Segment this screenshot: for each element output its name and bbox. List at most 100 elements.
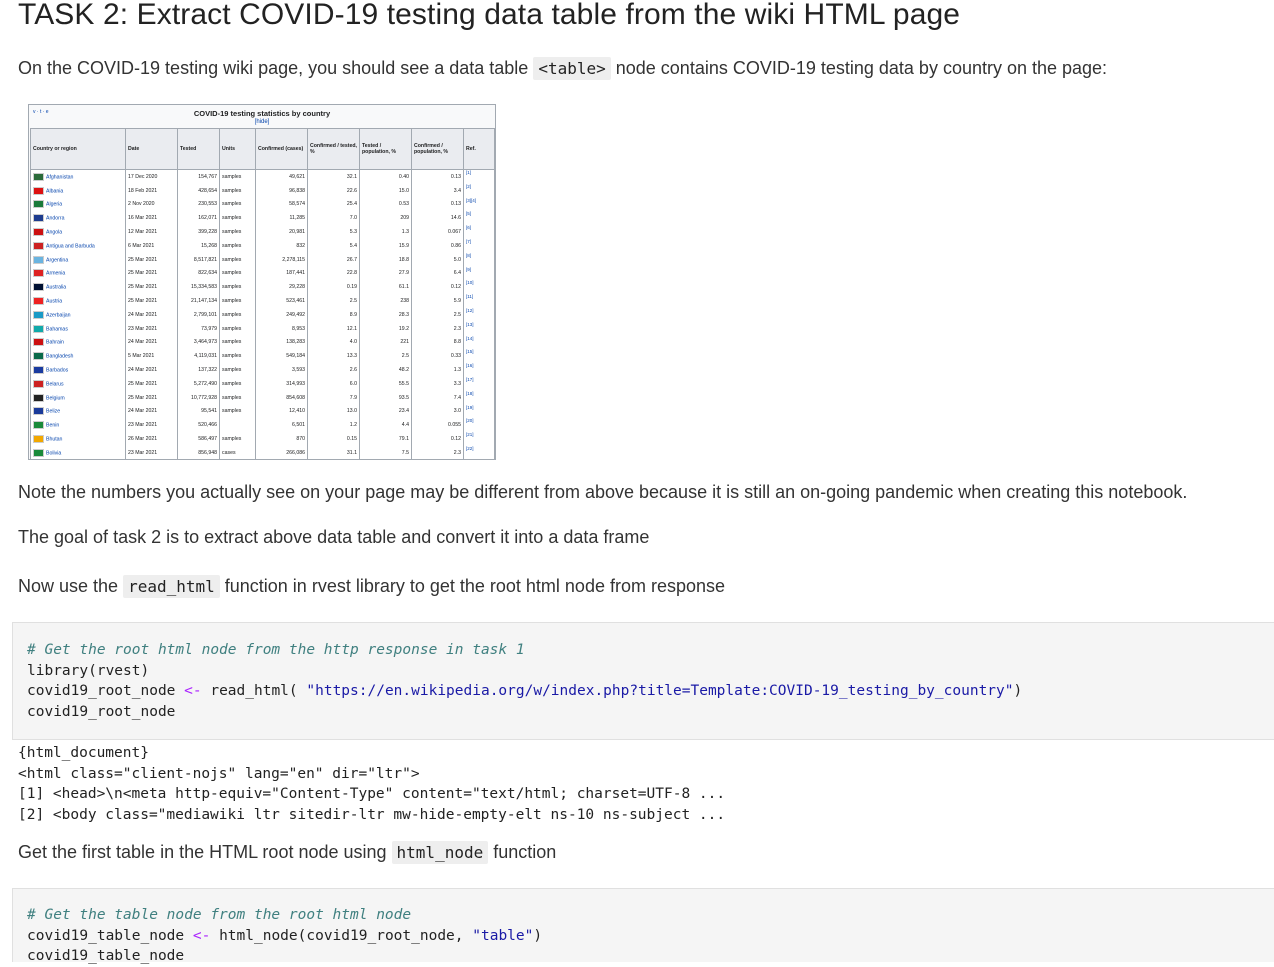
value-cell: 8.8 bbox=[411, 335, 464, 350]
country-cell[interactable]: Belarus bbox=[30, 376, 126, 391]
code-cell-1[interactable]: # Get the root html node from the http r… bbox=[12, 622, 1274, 740]
value-cell: 1.3 bbox=[359, 225, 412, 239]
country-cell[interactable]: Benin bbox=[30, 418, 126, 433]
country-name[interactable]: Bangladesh bbox=[46, 354, 73, 360]
ref-link[interactable]: [13] bbox=[463, 321, 495, 336]
ref-link[interactable]: [3][4] bbox=[463, 197, 495, 212]
wiki-table-row: Australia 25 Mar 2021 15,334,583 samples 29,… bbox=[30, 280, 495, 295]
wiki-table-row: Bahrain 24 Mar 2021 3,464,973 samples 138,28… bbox=[30, 335, 495, 350]
value-cell: 0.055 bbox=[411, 418, 464, 433]
country-cell[interactable]: Belize bbox=[30, 404, 126, 419]
country-cell[interactable]: Albania bbox=[30, 183, 126, 198]
country-cell[interactable]: Austria bbox=[30, 294, 126, 308]
wiki-header-cell[interactable]: Country or region bbox=[30, 128, 126, 170]
country-cell[interactable]: Bahrain bbox=[30, 335, 126, 350]
wiki-table-screenshot: v · t · e COVID-19 testing statistics by… bbox=[28, 104, 496, 460]
flag-icon bbox=[33, 241, 44, 250]
ref-link[interactable]: [15] bbox=[463, 349, 495, 364]
country-cell[interactable]: Australia bbox=[30, 280, 126, 295]
value-cell: 266,086 bbox=[255, 445, 308, 459]
ref-link[interactable]: [6] bbox=[463, 225, 495, 239]
ref-link[interactable]: [21] bbox=[463, 432, 495, 446]
country-name[interactable]: Benin bbox=[46, 423, 59, 429]
value-cell: 8.9 bbox=[307, 307, 360, 322]
country-name[interactable]: Argentina bbox=[46, 257, 68, 263]
wiki-table-row: Afghanistan 17 Dec 2020 154,767 samples 49,6… bbox=[30, 169, 495, 184]
wiki-header-cell[interactable]: Units bbox=[219, 128, 256, 170]
ref-link[interactable]: [17] bbox=[463, 376, 495, 391]
flag-icon bbox=[33, 172, 44, 181]
wiki-header-cell[interactable]: Tested bbox=[177, 128, 220, 170]
value-cell: 5.4 bbox=[307, 238, 360, 253]
units-cell: samples bbox=[219, 321, 256, 336]
wiki-header-cell[interactable]: Confirmed / population, % bbox=[411, 128, 464, 170]
wiki-header-cell[interactable]: Confirmed (cases) bbox=[255, 128, 308, 170]
code-line-library: library(rvest) bbox=[27, 662, 150, 679]
wiki-header-cell[interactable]: Ref. bbox=[463, 128, 495, 170]
flag-icon bbox=[33, 269, 44, 278]
read-html-text-before: Now use the bbox=[18, 576, 124, 596]
ref-link[interactable]: [14] bbox=[463, 335, 495, 350]
value-cell: 12,410 bbox=[255, 404, 308, 419]
country-name[interactable]: Andorra bbox=[46, 216, 64, 222]
code-cell-2[interactable]: # Get the table node from the root html … bbox=[12, 888, 1274, 964]
country-name[interactable]: Belize bbox=[46, 409, 60, 415]
ref-link[interactable]: [8] bbox=[463, 252, 495, 267]
country-name[interactable]: Australia bbox=[46, 285, 66, 291]
country-cell[interactable]: Bangladesh bbox=[30, 349, 126, 364]
date-cell: 25 Mar 2021 bbox=[125, 280, 178, 295]
country-name[interactable]: Afghanistan bbox=[46, 174, 73, 180]
country-name[interactable]: Angola bbox=[46, 229, 62, 235]
country-name[interactable]: Antigua and Barbuda bbox=[46, 243, 95, 249]
country-name[interactable]: Bhutan bbox=[46, 436, 62, 442]
country-name[interactable]: Barbados bbox=[46, 367, 68, 373]
flag-icon bbox=[33, 200, 44, 209]
country-cell[interactable]: Angola bbox=[30, 225, 126, 239]
value-cell: 15,334,583 bbox=[177, 280, 220, 295]
wiki-header-cell[interactable]: Confirmed / tested, % bbox=[307, 128, 360, 170]
ref-link[interactable]: [11] bbox=[463, 294, 495, 308]
country-cell[interactable]: Belgium bbox=[30, 390, 126, 405]
date-cell: 23 Mar 2021 bbox=[125, 321, 178, 336]
ref-link[interactable]: [2] bbox=[463, 183, 495, 198]
country-name[interactable]: Belgium bbox=[46, 395, 65, 401]
country-name[interactable]: Bahrain bbox=[46, 340, 64, 346]
country-name[interactable]: Algeria bbox=[46, 202, 62, 208]
country-name[interactable]: Albania bbox=[46, 188, 63, 194]
ref-link[interactable]: [20] bbox=[463, 418, 495, 433]
country-cell[interactable]: Azerbaijan bbox=[30, 307, 126, 322]
ref-link[interactable]: [22] bbox=[463, 445, 495, 459]
wiki-header-cell[interactable]: Tested / population, % bbox=[359, 128, 412, 170]
country-cell[interactable]: Afghanistan bbox=[30, 169, 126, 184]
country-name[interactable]: Austria bbox=[46, 298, 62, 304]
ref-link[interactable]: [9] bbox=[463, 266, 495, 281]
country-name[interactable]: Bahamas bbox=[46, 326, 68, 332]
value-cell: 4,119,031 bbox=[177, 349, 220, 364]
ref-link[interactable]: [12] bbox=[463, 307, 495, 322]
country-cell[interactable]: Bhutan bbox=[30, 432, 126, 446]
country-cell[interactable]: Armenia bbox=[30, 266, 126, 281]
ref-link[interactable]: [7] bbox=[463, 238, 495, 253]
value-cell: 428,654 bbox=[177, 183, 220, 198]
ref-link[interactable]: [19] bbox=[463, 404, 495, 419]
country-cell[interactable]: Algeria bbox=[30, 197, 126, 212]
date-cell: 26 Mar 2021 bbox=[125, 432, 178, 446]
country-cell[interactable]: Bolivia bbox=[30, 445, 126, 459]
country-cell[interactable]: Barbados bbox=[30, 363, 126, 377]
country-name[interactable]: Belarus bbox=[46, 381, 64, 387]
ref-link[interactable]: [10] bbox=[463, 280, 495, 295]
value-cell: 2,799,101 bbox=[177, 307, 220, 322]
country-name[interactable]: Bolivia bbox=[46, 450, 61, 456]
country-cell[interactable]: Antigua and Barbuda bbox=[30, 238, 126, 253]
country-name[interactable]: Armenia bbox=[46, 271, 65, 277]
ref-link[interactable]: [5] bbox=[463, 211, 495, 226]
wiki-header-cell[interactable]: Date bbox=[125, 128, 178, 170]
ref-link[interactable]: [16] bbox=[463, 363, 495, 377]
country-name[interactable]: Azerbaijan bbox=[46, 312, 71, 318]
value-cell: 856,948 bbox=[177, 445, 220, 459]
country-cell[interactable]: Argentina bbox=[30, 252, 126, 267]
ref-link[interactable]: [18] bbox=[463, 390, 495, 405]
ref-link[interactable]: [1] bbox=[463, 169, 495, 184]
country-cell[interactable]: Bahamas bbox=[30, 321, 126, 336]
country-cell[interactable]: Andorra bbox=[30, 211, 126, 226]
